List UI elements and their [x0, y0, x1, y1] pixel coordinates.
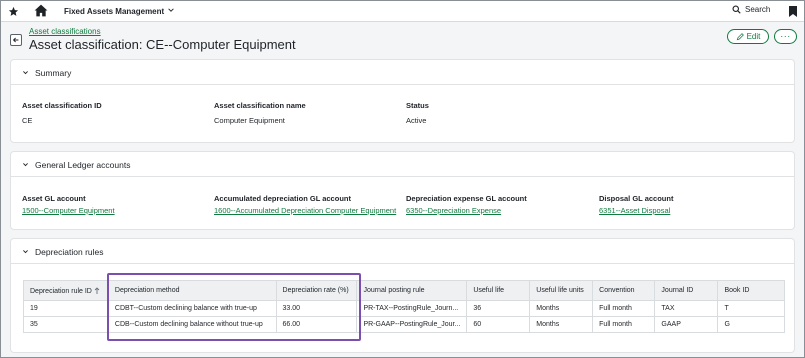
table-cell: CDB--Custom declining balance without tr… — [107, 316, 277, 333]
summary-header[interactable]: Summary — [11, 60, 794, 85]
search-button[interactable]: Search — [732, 5, 770, 14]
column-header[interactable]: Book ID — [717, 280, 785, 301]
depreciation-rules-table: Depreciation rule ID Depreciation method… — [23, 280, 785, 333]
field-label-classification-name: Asset classification name — [214, 101, 306, 110]
column-header[interactable]: Journal ID — [654, 280, 719, 301]
edit-label: Edit — [746, 32, 761, 41]
table-cell: TAX — [654, 300, 719, 317]
app-name[interactable]: Fixed Assets Management — [64, 7, 164, 16]
table-cell: Full month — [592, 300, 656, 317]
field-label-dep-expense-gl: Depreciation expense GL account — [406, 194, 527, 203]
field-label-classification-id: Asset classification ID — [22, 101, 102, 110]
field-value-classification-id: CE — [22, 116, 33, 125]
breadcrumb[interactable]: Asset classifications — [29, 27, 101, 36]
summary-card: Summary Asset classification ID CE Asset… — [10, 59, 795, 143]
column-header[interactable]: Depreciation rule ID — [23, 280, 109, 301]
table-header-row: Depreciation rule ID Depreciation method… — [23, 280, 785, 301]
field-value-status: Active — [406, 116, 427, 125]
more-actions-button[interactable]: ··· — [774, 29, 797, 44]
bookmark-icon[interactable] — [789, 6, 797, 17]
field-value-classification-name: Computer Equipment — [214, 116, 285, 125]
link-asset-gl[interactable]: 1500--Computer Equipment — [22, 206, 115, 215]
chevron-down-icon — [23, 250, 28, 254]
table-cell: Months — [529, 300, 594, 317]
field-label-accum-dep-gl: Accumulated depreciation GL account — [214, 194, 351, 203]
field-label-status: Status — [406, 101, 429, 110]
gl-accounts-header[interactable]: General Ledger accounts — [11, 152, 794, 177]
search-icon — [732, 5, 741, 14]
column-header[interactable]: Journal posting rule — [356, 280, 468, 301]
summary-title: Summary — [35, 68, 72, 78]
column-header[interactable]: Useful life — [466, 280, 531, 301]
table-cell: Full month — [592, 316, 656, 333]
sort-ascending-icon — [94, 286, 100, 294]
link-disposal-gl[interactable]: 6351--Asset Disposal — [599, 206, 670, 215]
search-label: Search — [745, 5, 771, 14]
gl-accounts-card: General Ledger accounts Asset GL account… — [10, 151, 795, 230]
table-cell: Months — [529, 316, 594, 333]
top-navigation-bar: Fixed Assets Management Search — [1, 1, 804, 22]
table-row[interactable]: 35 CDB--Custom declining balance without… — [23, 316, 785, 333]
home-icon[interactable] — [34, 4, 48, 17]
chevron-down-icon — [23, 163, 28, 167]
column-header[interactable]: Convention — [592, 280, 656, 301]
pencil-icon — [736, 32, 744, 40]
table-cell: 60 — [466, 316, 531, 333]
arrow-left-icon — [12, 37, 19, 43]
gl-accounts-title: General Ledger accounts — [35, 160, 131, 170]
page-header: Asset classifications Asset classificati… — [1, 23, 804, 56]
table-cell: 33.00 — [275, 300, 358, 317]
page-title: Asset classification: CE--Computer Equip… — [29, 37, 296, 52]
edit-button[interactable]: Edit — [727, 29, 769, 44]
field-label-asset-gl: Asset GL account — [22, 194, 86, 203]
field-label-disposal-gl: Disposal GL account — [599, 194, 674, 203]
star-icon[interactable] — [8, 6, 19, 17]
depreciation-rules-header[interactable]: Depreciation rules — [11, 239, 794, 264]
back-button[interactable] — [10, 34, 22, 46]
link-dep-expense-gl[interactable]: 6350--Depreciation Expense — [406, 206, 501, 215]
chevron-down-icon — [23, 71, 28, 75]
table-cell: PR-GAAP--PostingRule_Jour... — [356, 316, 468, 333]
column-header[interactable]: Depreciation method — [107, 280, 277, 301]
table-cell: G — [717, 316, 785, 333]
table-cell: 66.00 — [275, 316, 358, 333]
table-cell: T — [717, 300, 785, 317]
link-accum-dep-gl[interactable]: 1600--Accumulated Depreciation Computer … — [214, 206, 396, 215]
table-cell: 19 — [23, 300, 109, 317]
column-header[interactable]: Useful life units — [529, 280, 594, 301]
table-cell: CDBT--Custom declining balance with true… — [107, 300, 277, 317]
table-cell: 36 — [466, 300, 531, 317]
table-cell: 35 — [23, 316, 109, 333]
chevron-down-icon[interactable] — [167, 6, 175, 14]
table-row[interactable]: 19 CDBT--Custom declining balance with t… — [23, 300, 785, 317]
depreciation-rules-title: Depreciation rules — [35, 247, 104, 257]
table-cell: PR-TAX--PostingRule_Journ... — [356, 300, 468, 317]
table-cell: GAAP — [654, 316, 719, 333]
column-header[interactable]: Depreciation rate (%) — [275, 280, 358, 301]
